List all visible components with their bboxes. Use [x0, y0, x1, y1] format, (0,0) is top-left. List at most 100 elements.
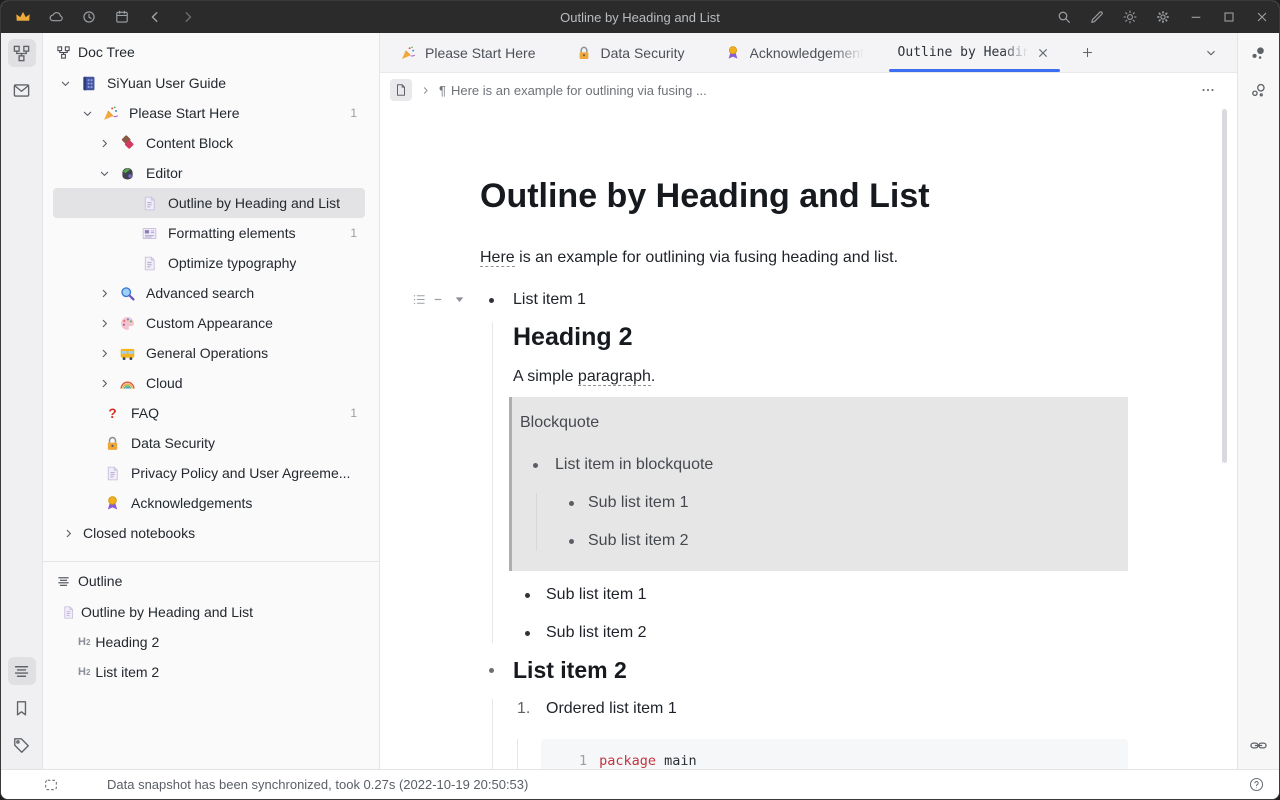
chevron-right-button[interactable] [174, 4, 201, 30]
doc-tree-item[interactable]: Cloud [53, 368, 365, 398]
doc-tree-item[interactable]: SiYuan User Guide [53, 68, 365, 98]
bookmark-dock-button[interactable] [8, 694, 36, 722]
block-ref[interactable]: paragraph [578, 368, 651, 386]
tab-close-icon[interactable] [1035, 45, 1051, 61]
doc-tree-item-label: FAQ [131, 405, 159, 421]
global-graph-dock-button[interactable] [1245, 76, 1273, 104]
history-button[interactable] [75, 4, 102, 30]
new-tab-button[interactable] [1073, 38, 1103, 68]
document-content: Outline by Heading and List Here is an e… [480, 107, 1128, 769]
tab-label: Acknowledgements [750, 45, 864, 61]
sun-button[interactable] [1116, 4, 1143, 30]
outline-panel: Outline Outline by Heading and ListH2Hea… [43, 561, 379, 769]
crown-button[interactable] [9, 4, 36, 30]
doc-tree-item[interactable]: Closed notebooks [53, 518, 365, 548]
block-ref[interactable]: Here [480, 249, 515, 267]
doc-tree-item-label: Outline by Heading and List [168, 195, 340, 211]
tab-bar: Please Start HereData Security Acknowledg… [380, 33, 1237, 73]
toggle-expanded-icon[interactable] [80, 106, 102, 121]
toggle-collapsed-icon[interactable] [97, 136, 119, 151]
doc-tree-item[interactable]: Data Security [53, 428, 365, 458]
global-graph-icon [1249, 81, 1268, 100]
list-item-gutter-icon[interactable] [432, 292, 447, 307]
toggle-collapsed-icon[interactable] [97, 376, 119, 391]
more-button[interactable] [1199, 81, 1217, 99]
doc-tree-item[interactable]: Custom Appearance [53, 308, 365, 338]
doc-tree-item[interactable]: Privacy Policy and User Agreeme... [53, 458, 365, 488]
sun-icon [1122, 9, 1138, 25]
toggle-collapsed-icon[interactable] [97, 316, 119, 331]
chevron-right-icon [180, 9, 196, 25]
editor-scrollbar[interactable] [1222, 109, 1227, 463]
tab[interactable]: Outline by Heading and List [884, 33, 1065, 72]
gear-button[interactable] [1149, 4, 1176, 30]
doc-count-badge: 1 [344, 406, 365, 420]
toggle-collapsed-icon[interactable] [97, 286, 119, 301]
doc-title: Outline by Heading and List [480, 175, 1128, 217]
doc-tree-item-label: Please Start Here [129, 105, 240, 121]
bullet [533, 463, 538, 468]
doc-tree-item[interactable]: Content Block [53, 128, 365, 158]
outline-item[interactable]: Outline by Heading and List [53, 597, 365, 627]
chevron-down-sm-icon [1204, 46, 1218, 60]
breadcrumb-separator-icon [419, 84, 432, 97]
close-button[interactable] [1248, 4, 1275, 30]
help-icon[interactable] [1248, 776, 1265, 793]
inbox-icon [12, 81, 31, 100]
outline-item[interactable]: H2List item 2 [53, 657, 365, 687]
outline-item[interactable]: H2Heading 2 [53, 627, 365, 657]
doc-tree-item-label: Closed notebooks [83, 525, 195, 541]
link-dock-button[interactable] [1245, 731, 1273, 759]
code-block[interactable]: 1package main [541, 739, 1128, 769]
pencil-button[interactable] [1083, 4, 1110, 30]
toggle-collapsed-icon[interactable] [97, 346, 119, 361]
tab-label: Outline by Heading and List [898, 45, 1028, 60]
block-gutter[interactable] [412, 292, 467, 307]
tag-dock-button[interactable] [8, 731, 36, 759]
doc-tree-item[interactable]: Formatting elements1 [53, 218, 365, 248]
list-gutter-icon[interactable] [412, 292, 427, 307]
ordered-list-item: 1. Ordered list item 1 [513, 699, 1128, 719]
outline-item-label: Outline by Heading and List [81, 604, 253, 620]
tab[interactable]: Data Security [556, 33, 705, 72]
para-text: . [651, 368, 655, 385]
tab-list-button[interactable] [1199, 41, 1223, 65]
lock-icon [104, 435, 121, 452]
calendar-button[interactable] [108, 4, 135, 30]
tab[interactable]: Please Start Here [380, 33, 556, 72]
search-button[interactable] [1050, 4, 1077, 30]
simple-paragraph: A simple paragraph. [513, 366, 1128, 387]
doc-tree-item[interactable]: ?FAQ1 [53, 398, 365, 428]
doc-tree-item[interactable]: Acknowledgements [53, 488, 365, 518]
rainbow-icon [119, 375, 136, 392]
party-popper-icon [400, 45, 416, 61]
maximize-button[interactable] [1215, 4, 1242, 30]
doc-tree-dock-button[interactable] [8, 39, 36, 67]
document-icon [141, 195, 158, 212]
doc-tree-item[interactable]: Editor [53, 158, 365, 188]
toggle-expanded-icon[interactable] [58, 76, 80, 91]
minimize-button[interactable] [1182, 4, 1209, 30]
graph-dock-button[interactable] [1245, 39, 1273, 67]
pencil-icon [1089, 9, 1105, 25]
inbox-dock-button[interactable] [8, 76, 36, 104]
cloud-button[interactable] [42, 4, 69, 30]
outline-item-label: List item 2 [95, 664, 159, 680]
collapse-arrow-icon[interactable] [452, 292, 467, 307]
chevron-left-button[interactable] [141, 4, 168, 30]
outline-dock-button[interactable] [8, 657, 36, 685]
toggle-expanded-icon[interactable] [97, 166, 119, 181]
doc-tree-item[interactable]: General Operations [53, 338, 365, 368]
doc-tree-item[interactable]: Please Start Here1 [53, 98, 365, 128]
document-breadcrumb-button[interactable] [390, 79, 412, 101]
tab[interactable]: Acknowledgements [705, 33, 884, 72]
chevron-left-icon [147, 9, 163, 25]
breadcrumb-item[interactable]: ¶ Here is an example for outlining via f… [439, 83, 707, 98]
doc-tree-item[interactable]: Advanced search [53, 278, 365, 308]
toggle-collapsed-icon[interactable] [61, 526, 83, 541]
doc-tree-item[interactable]: Optimize typography [53, 248, 365, 278]
calendar-icon [114, 9, 130, 25]
editor[interactable]: Outline by Heading and List Here is an e… [380, 107, 1237, 769]
doc-tree-item[interactable]: Outline by Heading and List [53, 188, 365, 218]
outline-icon [12, 662, 31, 681]
